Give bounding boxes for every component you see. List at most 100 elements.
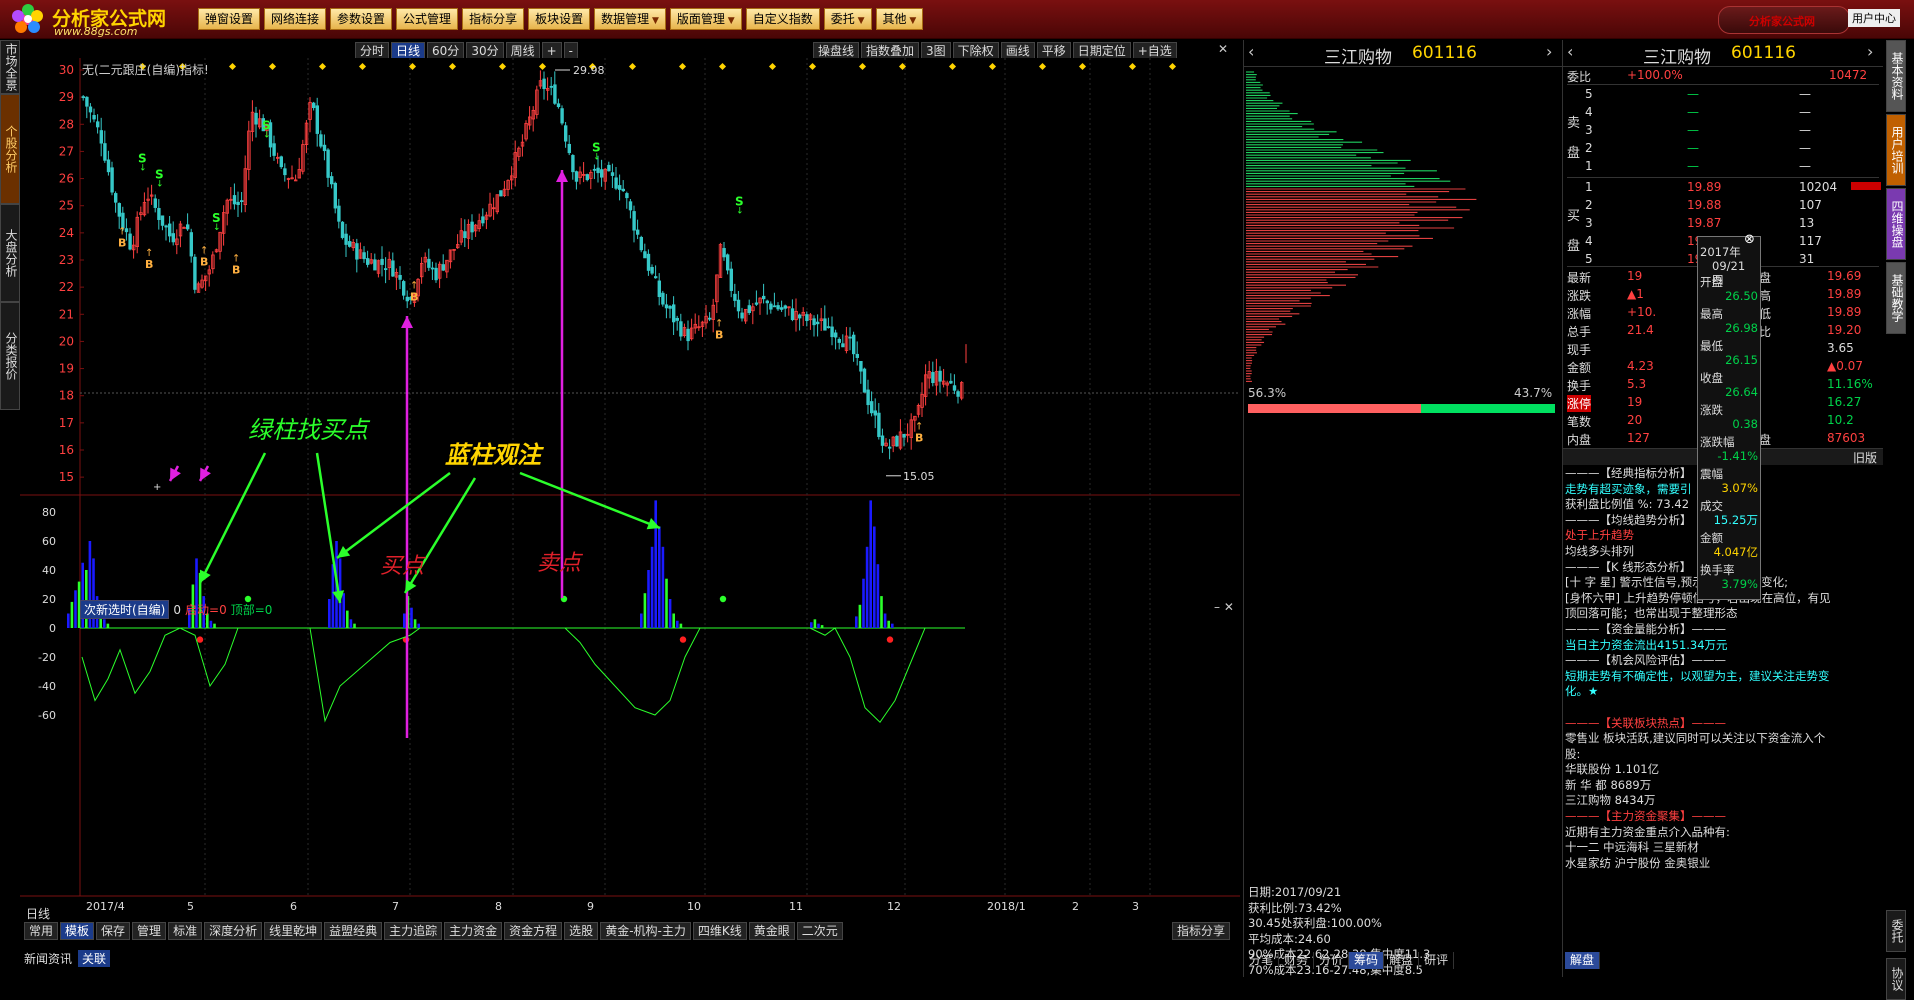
bottom-tab-7[interactable]: 益盟经典 xyxy=(324,922,383,940)
quote-prev-icon[interactable]: ‹ xyxy=(1567,42,1573,61)
buy-note: 买点 xyxy=(380,554,427,579)
menu-2[interactable]: 参数设置 xyxy=(330,8,393,30)
menu-4[interactable]: 指标分享 xyxy=(462,8,525,30)
sub-panel-close-icon[interactable]: – ✕ xyxy=(1214,600,1234,614)
order-price[interactable]: — xyxy=(1687,159,1699,173)
candle-body xyxy=(664,304,669,309)
order-price[interactable]: 19.89 xyxy=(1687,180,1721,194)
candle-body xyxy=(855,353,859,358)
quote-next-icon[interactable]: › xyxy=(1867,42,1873,61)
price-tick: 23 xyxy=(59,253,74,267)
indicator-share-button[interactable]: 指标分享 xyxy=(1172,922,1231,940)
order-price[interactable]: 19.87 xyxy=(1687,216,1721,230)
tooltip-close-icon[interactable]: ⊗ xyxy=(1744,233,1755,247)
bottom-tab-13[interactable]: 四维K线 xyxy=(692,922,747,940)
chip-tab-2[interactable]: 分价 xyxy=(1314,952,1350,969)
right-tab-0[interactable]: 基本资料 xyxy=(1886,40,1906,112)
bottom-tab-2[interactable]: 保存 xyxy=(96,922,131,940)
bottom-tab-14[interactable]: 黄金眼 xyxy=(748,922,795,940)
bottom-tab-12[interactable]: 黄金-机构-主力 xyxy=(600,922,691,940)
menu-0[interactable]: 弹窗设置 xyxy=(198,8,261,30)
left-tab-0[interactable]: 市场全景 xyxy=(0,40,20,94)
candle-body xyxy=(434,267,438,281)
right-tool-1[interactable]: 协议 xyxy=(1886,958,1906,1000)
candle-body xyxy=(607,164,611,172)
link-tab[interactable]: 关联 xyxy=(78,950,111,967)
sell-arrow-icon: ↓ xyxy=(736,207,744,217)
level: 5 xyxy=(1585,252,1593,266)
candle-body xyxy=(780,307,784,310)
order-price[interactable]: — xyxy=(1687,123,1699,137)
right-tool-0[interactable]: 委托 xyxy=(1886,910,1906,952)
candle-body xyxy=(848,336,852,339)
indicator-select[interactable]: 次新选时(自编) xyxy=(80,600,170,619)
bottom-tab-4[interactable]: 标准 xyxy=(168,922,203,940)
candle-body xyxy=(726,254,730,271)
bottom-tab-8[interactable]: 主力追踪 xyxy=(384,922,443,940)
analysis-line: ———【机会风险评估】——— xyxy=(1565,653,1726,668)
menu-9[interactable]: 委托 ▼ xyxy=(823,8,872,30)
signal-bar xyxy=(650,546,654,628)
candle-body xyxy=(816,321,820,325)
chip-tab-5[interactable]: 研评 xyxy=(1419,952,1455,969)
level: 5 xyxy=(1585,87,1593,101)
tooltip-label: 最低 xyxy=(1700,339,1723,353)
next-stock-icon[interactable]: › xyxy=(1546,42,1552,61)
bottom-tab-3[interactable]: 管理 xyxy=(132,922,167,940)
order-price[interactable]: — xyxy=(1687,141,1699,155)
stat-label: 涨幅 xyxy=(1567,307,1592,321)
bottom-tab-1[interactable]: 模板 xyxy=(60,922,95,940)
signal-bar xyxy=(858,604,862,628)
bottom-tab-9[interactable]: 主力资金 xyxy=(444,922,503,940)
signal-bar xyxy=(103,619,106,628)
candle-body xyxy=(769,303,773,310)
menu-8[interactable]: 自定义指数 xyxy=(745,8,820,30)
menu-10[interactable]: 其他 ▼ xyxy=(875,8,924,30)
menu-7[interactable]: 版面管理 ▼ xyxy=(669,8,742,30)
old-version-link[interactable]: 旧版 xyxy=(1853,449,1877,466)
analysis-line: 三江购物 8434万 xyxy=(1565,793,1656,808)
bottom-tab-5[interactable]: 深度分析 xyxy=(204,922,263,940)
chip-info-line: 日期:2017/09/21 xyxy=(1248,885,1342,899)
menu-dropdown-icon: ▼ xyxy=(724,16,735,26)
indicator-title[interactable]: 无(二元跟庄(自编)指标! xyxy=(82,61,209,78)
candle-body xyxy=(722,248,726,258)
menu-6[interactable]: 数据管理 ▼ xyxy=(594,8,666,30)
bottom-tab-10[interactable]: 资金方程 xyxy=(504,922,563,940)
menu-3[interactable]: 公式管理 xyxy=(396,8,459,30)
chip-tab-4[interactable]: 解盘 xyxy=(1384,952,1420,969)
left-tab-1[interactable]: 个股分析 xyxy=(0,94,20,204)
chip-tab-1[interactable]: 财务 xyxy=(1279,952,1315,969)
x-tick: 2018/1 xyxy=(987,900,1026,913)
chip-tab-3[interactable]: 筹码 xyxy=(1349,952,1385,969)
candle-body xyxy=(646,253,651,271)
right-tab-3[interactable]: 基础教学 xyxy=(1886,262,1906,334)
candle-body xyxy=(650,266,654,274)
chip-info-line: 30.45处获利盘:100.00% xyxy=(1248,916,1382,930)
stat-label: 涨跌 xyxy=(1567,289,1592,303)
order-price[interactable]: 19.88 xyxy=(1687,198,1721,212)
bottom-tab-6[interactable]: 线里乾坤 xyxy=(264,922,323,940)
level: 3 xyxy=(1585,216,1593,230)
menu-5[interactable]: 板块设置 xyxy=(528,8,591,30)
candle-body xyxy=(106,159,111,173)
buy-marker: B xyxy=(410,291,418,304)
candle-body xyxy=(157,208,161,220)
bottom-tab-15[interactable]: 二次元 xyxy=(796,922,843,940)
chart-close-icon[interactable]: ✕ xyxy=(1218,42,1228,56)
right-tab-2[interactable]: 四维操盘 xyxy=(1886,188,1906,260)
order-price[interactable]: — xyxy=(1687,105,1699,119)
prev-stock-icon[interactable]: ‹ xyxy=(1248,42,1254,61)
menu-1[interactable]: 网络连接 xyxy=(264,8,327,30)
left-tab-2[interactable]: 大盘分析 xyxy=(0,204,20,302)
left-tab-3[interactable]: 分类报价 xyxy=(0,302,20,410)
bottom-tab-11[interactable]: 选股 xyxy=(564,922,599,940)
bottom-tab-0[interactable]: 常用 xyxy=(24,922,59,940)
news-tab[interactable]: 新闻资讯 xyxy=(24,950,72,967)
user-center-button[interactable]: 用户中心 xyxy=(1848,9,1900,27)
right-tab-1[interactable]: 用户培训 xyxy=(1886,114,1906,186)
order-price[interactable]: — xyxy=(1687,87,1699,101)
chip-tab-0[interactable]: 分笔 xyxy=(1244,952,1280,969)
tab-jiepan[interactable]: 解盘 xyxy=(1565,952,1601,969)
period-label[interactable]: 日线 xyxy=(26,905,50,922)
